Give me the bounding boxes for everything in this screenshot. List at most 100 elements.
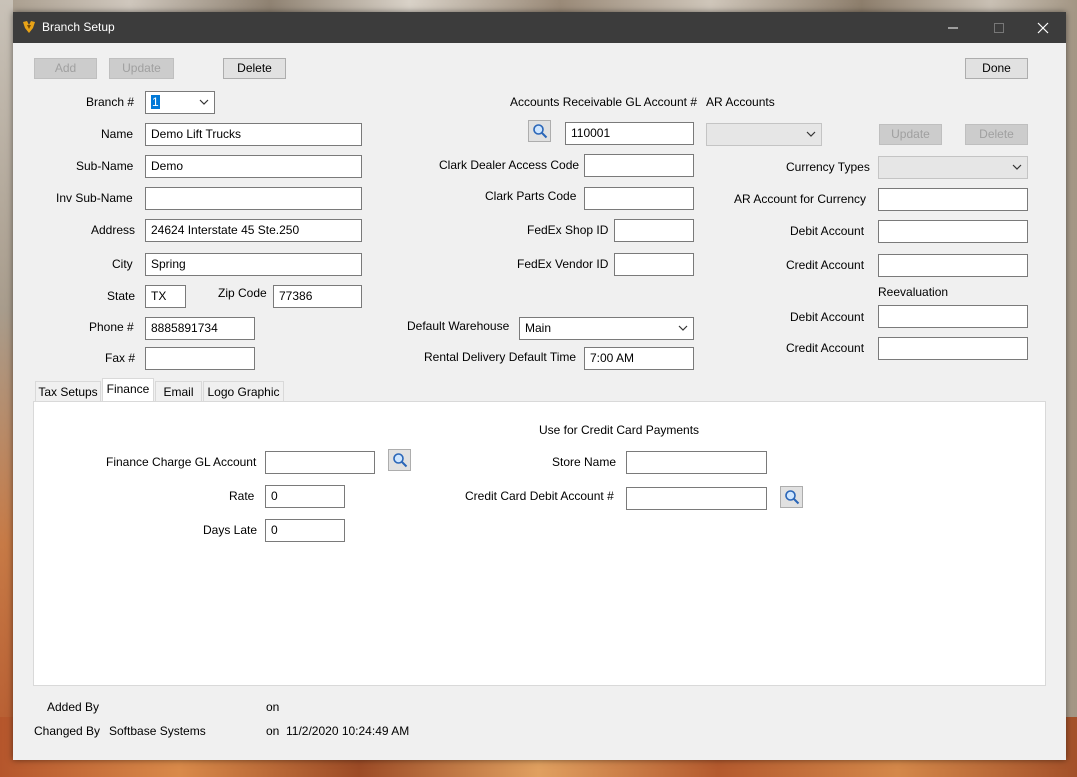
warehouse-value: Main xyxy=(525,321,552,335)
ar-for-currency-field[interactable] xyxy=(878,188,1028,211)
days-late-label: Days Late xyxy=(203,523,258,537)
window-title: Branch Setup xyxy=(42,20,115,34)
update-button[interactable]: Update xyxy=(109,58,174,79)
tab-logo-graphic[interactable]: Logo Graphic xyxy=(203,381,284,402)
chevron-down-icon xyxy=(678,325,688,331)
ar-delete-button[interactable]: Delete xyxy=(965,124,1028,145)
branch-setup-window: Branch Setup Add Update Delete Done Bran… xyxy=(13,12,1066,760)
inv-subname-label: Inv Sub-Name xyxy=(56,191,133,205)
minimize-button[interactable] xyxy=(930,12,976,43)
finance-gl-search-button[interactable] xyxy=(388,449,411,471)
delete-button[interactable]: Delete xyxy=(223,58,286,79)
rental-time-label: Rental Delivery Default Time xyxy=(424,350,577,364)
reevaluation-heading: Reevaluation xyxy=(878,285,949,299)
clark-dealer-label: Clark Dealer Access Code xyxy=(439,158,580,172)
fax-field[interactable] xyxy=(145,347,255,370)
zip-field[interactable]: 77386 xyxy=(273,285,362,308)
city-label: City xyxy=(112,257,133,271)
title-bar: Branch Setup xyxy=(13,12,1066,43)
changed-on-label: on xyxy=(266,724,280,738)
name-field[interactable]: Demo Lift Trucks xyxy=(145,123,362,146)
cc-payments-heading: Use for Credit Card Payments xyxy=(539,423,700,437)
cc-debit-field[interactable] xyxy=(626,487,767,510)
ar-accounts-heading: AR Accounts xyxy=(706,95,775,109)
maximize-icon xyxy=(994,23,1004,33)
fedex-shop-label: FedEx Shop ID xyxy=(527,223,609,237)
chevron-down-icon xyxy=(1012,164,1022,170)
store-name-label: Store Name xyxy=(552,455,617,469)
store-name-field[interactable] xyxy=(626,451,767,474)
fax-label: Fax # xyxy=(105,351,136,365)
tab-finance[interactable]: Finance xyxy=(102,378,154,403)
done-button[interactable]: Done xyxy=(965,58,1028,79)
ar-gl-field[interactable]: 110001 xyxy=(565,122,694,145)
address-label: Address xyxy=(91,223,136,237)
clark-dealer-field[interactable] xyxy=(584,154,694,177)
ar-gl-search-button[interactable] xyxy=(528,120,551,142)
search-icon xyxy=(785,490,800,505)
finance-tab-panel xyxy=(33,401,1046,686)
chevron-down-icon xyxy=(199,99,209,105)
inv-subname-field[interactable] xyxy=(145,187,362,210)
finance-gl-label: Finance Charge GL Account xyxy=(106,455,257,469)
currency-types-label: Currency Types xyxy=(786,160,870,174)
clark-parts-label: Clark Parts Code xyxy=(485,189,577,203)
app-logo-icon xyxy=(23,21,35,33)
fedex-vendor-field[interactable] xyxy=(614,253,694,276)
subname-field[interactable]: Demo xyxy=(145,155,362,178)
added-by-label: Added By xyxy=(47,700,100,714)
debit-account-label: Debit Account xyxy=(790,224,865,238)
chevron-down-icon xyxy=(806,131,816,137)
changed-on-value: 11/2/2020 10:24:49 AM xyxy=(286,724,410,738)
ar-gl-label: Accounts Receivable GL Account # xyxy=(510,95,697,109)
warehouse-label: Default Warehouse xyxy=(407,319,510,333)
search-icon xyxy=(533,124,548,139)
credit-account-field[interactable] xyxy=(878,254,1028,277)
clark-parts-field[interactable] xyxy=(584,187,694,210)
fedex-vendor-label: FedEx Vendor ID xyxy=(517,257,609,271)
tab-tax-setups[interactable]: Tax Setups xyxy=(35,381,101,402)
add-button[interactable]: Add xyxy=(34,58,97,79)
days-late-field[interactable]: 0 xyxy=(265,519,345,542)
fedex-shop-field[interactable] xyxy=(614,219,694,242)
search-icon xyxy=(393,453,408,468)
rate-label: Rate xyxy=(229,489,255,503)
zip-label: Zip Code xyxy=(218,286,267,300)
ar-accounts-select[interactable] xyxy=(706,123,822,146)
tab-email[interactable]: Email xyxy=(155,381,202,402)
ar-update-button[interactable]: Update xyxy=(879,124,942,145)
state-label: State xyxy=(107,289,136,303)
branch-value: 1 xyxy=(151,95,160,109)
cc-debit-label: Credit Card Debit Account # xyxy=(465,489,614,503)
added-on-label: on xyxy=(266,700,280,714)
branch-label: Branch # xyxy=(86,95,135,109)
city-field[interactable]: Spring xyxy=(145,253,362,276)
debit-account-field[interactable] xyxy=(878,220,1028,243)
rate-field[interactable]: 0 xyxy=(265,485,345,508)
subname-label: Sub-Name xyxy=(76,159,134,173)
close-icon xyxy=(1037,22,1049,34)
ar-for-currency-label: AR Account for Currency xyxy=(734,192,867,206)
finance-gl-field[interactable] xyxy=(265,451,375,474)
reeval-debit-label: Debit Account xyxy=(790,310,865,324)
changed-by-label: Changed By xyxy=(34,724,101,738)
close-button[interactable] xyxy=(1020,12,1066,43)
address-field[interactable]: 24624 Interstate 45 Ste.250 xyxy=(145,219,362,242)
maximize-button[interactable] xyxy=(976,12,1022,43)
desktop-background-left xyxy=(0,0,13,777)
reeval-debit-field[interactable] xyxy=(878,305,1028,328)
cc-debit-search-button[interactable] xyxy=(780,486,803,508)
phone-field[interactable]: 8885891734 xyxy=(145,317,255,340)
reeval-credit-field[interactable] xyxy=(878,337,1028,360)
changed-by-value: Softbase Systems xyxy=(109,724,206,738)
branch-select[interactable]: 1 xyxy=(145,91,215,114)
warehouse-select[interactable]: Main xyxy=(519,317,694,340)
phone-label: Phone # xyxy=(89,320,134,334)
state-field[interactable]: TX xyxy=(145,285,186,308)
rental-time-field[interactable]: 7:00 AM xyxy=(584,347,694,370)
name-label: Name xyxy=(101,127,134,141)
credit-account-label: Credit Account xyxy=(786,258,865,272)
currency-types-select[interactable] xyxy=(878,156,1028,179)
minimize-icon xyxy=(948,27,958,29)
reeval-credit-label: Credit Account xyxy=(786,341,865,355)
